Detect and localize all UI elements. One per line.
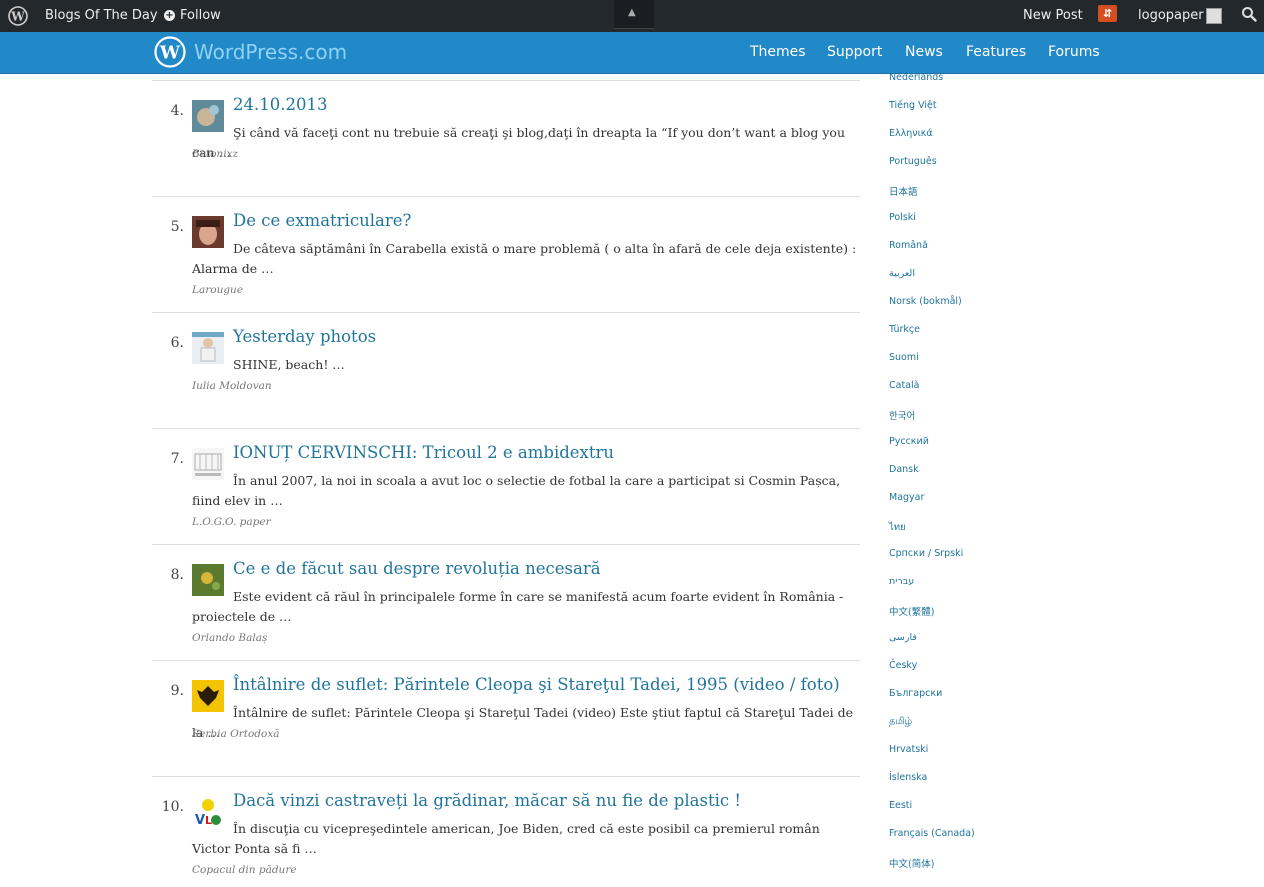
language-link[interactable]: Русский — [889, 436, 929, 447]
rank-number: 4. — [170, 103, 184, 119]
language-link[interactable]: Română — [889, 240, 928, 251]
post-title-link[interactable]: IONUȚ CERVINSCHI: Tricoul 2 e ambidextru — [233, 443, 614, 462]
post-title-link[interactable]: Ce e de făcut sau despre revoluția neces… — [233, 559, 601, 578]
rank-number: 6. — [170, 335, 184, 351]
search-icon[interactable] — [1241, 6, 1257, 22]
language-link[interactable]: ไทย — [889, 520, 906, 535]
rank-number: 8. — [170, 567, 184, 583]
follow-label: Follow — [180, 8, 221, 23]
post-author[interactable]: Iulia Moldovan — [192, 380, 272, 392]
list-item: 10. V L Dacă vinzi castraveți la grădina… — [152, 776, 860, 887]
post-excerpt: În discuţia cu vicepreşedintele american… — [192, 821, 820, 856]
language-link[interactable]: 日本語 — [889, 184, 918, 198]
language-link[interactable]: 中文(简体) — [889, 856, 934, 870]
list-item: 8. Ce e de făcut sau despre revoluția ne… — [152, 544, 860, 661]
language-link[interactable]: Dansk — [889, 464, 919, 475]
post-title-link[interactable]: 24.10.2013 — [233, 95, 327, 114]
language-link[interactable]: Српски / Srpski — [889, 548, 963, 559]
post-title-link[interactable]: Întâlnire de suflet: Părintele Cleopa şi… — [233, 675, 840, 694]
language-link[interactable]: Polski — [889, 212, 916, 223]
svg-text:W: W — [10, 10, 25, 24]
language-link[interactable]: Hrvatski — [889, 744, 928, 755]
follow-button[interactable]: + Follow — [164, 8, 221, 23]
user-avatar[interactable] — [1206, 8, 1222, 24]
nav-news[interactable]: News — [905, 44, 943, 60]
nav-support[interactable]: Support — [827, 44, 882, 60]
post-excerpt: Şi când vă faceţi cont nu trebuie să cre… — [192, 125, 846, 160]
rank-number: 9. — [170, 683, 184, 699]
language-link[interactable]: 한국어 — [889, 408, 915, 422]
chevron-up-icon: ▲ — [628, 7, 636, 18]
user-menu[interactable]: logopaper — [1138, 8, 1204, 23]
post-author[interactable]: Copacul din pădure — [192, 864, 297, 876]
new-post-button[interactable]: New Post — [1023, 8, 1083, 23]
language-link[interactable]: Eesti — [889, 800, 912, 811]
plus-icon: + — [164, 10, 175, 21]
collapse-toggle[interactable]: ▲ — [614, 0, 654, 29]
language-link[interactable]: Français (Canada) — [889, 828, 975, 839]
list-item: 4. 24.10.2013 Şi când vă faceţi cont nu … — [152, 80, 860, 197]
masthead: W WordPress.com Themes Support News Feat… — [0, 32, 1264, 74]
svg-text:W: W — [159, 43, 181, 64]
rank-number: 7. — [170, 451, 184, 467]
language-link[interactable]: Català — [889, 380, 919, 391]
nav-features[interactable]: Features — [966, 44, 1026, 60]
wordpress-logo-icon[interactable]: W — [8, 6, 28, 26]
language-link[interactable]: Česky — [889, 660, 917, 671]
language-link[interactable]: Türkçe — [889, 324, 920, 335]
post-author[interactable]: Serbia Ortodoxă — [192, 728, 280, 740]
site-name-link[interactable]: Blogs Of The Day — [45, 8, 158, 23]
post-excerpt: Este evident că răul în principalele for… — [192, 589, 844, 624]
list-item: 6. Yesterday photos SHINE, beach! … Iuli… — [152, 312, 860, 429]
list-item: 7. IONUȚ CERVINSCHI: Tricoul 2 e ambidex… — [152, 428, 860, 545]
language-link[interactable]: Ελληνικά — [889, 128, 933, 139]
post-excerpt: De câteva săptămâni în Carabella există … — [192, 241, 857, 276]
list-item: 5. De ce exmatriculare? De câteva săptăm… — [152, 196, 860, 313]
language-link[interactable]: עברית — [889, 576, 914, 587]
language-link[interactable]: Íslenska — [889, 772, 927, 783]
nav-forums[interactable]: Forums — [1048, 44, 1100, 60]
post-title-link[interactable]: De ce exmatriculare? — [233, 211, 411, 230]
nav-themes[interactable]: Themes — [750, 44, 806, 60]
language-link[interactable]: Norsk (bokmål) — [889, 296, 962, 307]
language-link[interactable]: Tiếng Việt — [889, 100, 937, 111]
rank-number: 5. — [170, 219, 184, 235]
post-author[interactable]: Betonixz — [192, 148, 238, 160]
language-link[interactable]: Nederlands — [889, 72, 943, 83]
post-title-link[interactable]: Dacă vinzi castraveți la grădinar, măcar… — [233, 791, 741, 810]
brand-name[interactable]: WordPress.com — [194, 40, 347, 64]
language-link[interactable]: Suomi — [889, 352, 919, 363]
post-excerpt: Întâlnire de suflet: Părintele Cleopa şi… — [192, 705, 853, 740]
post-excerpt: SHINE, beach! … — [233, 357, 345, 372]
list-item: 9. Întâlnire de suflet: Părintele Cleopa… — [152, 660, 860, 777]
post-excerpt: În anul 2007, la noi in scoala a avut lo… — [192, 473, 841, 508]
post-author[interactable]: L.O.G.O. paper — [192, 516, 271, 528]
language-link[interactable]: فارسی — [889, 632, 917, 643]
post-author[interactable]: Orlando Balaș — [192, 632, 267, 644]
rank-number: 10. — [161, 799, 184, 815]
language-link[interactable]: 中文(繁體) — [889, 604, 934, 618]
language-link[interactable]: العربية — [889, 268, 915, 279]
wordpress-logo-icon[interactable]: W — [154, 36, 186, 68]
admin-bar: W Blogs Of The Day + Follow ▲ New Post ⇵ … — [0, 0, 1264, 32]
language-link[interactable]: Português — [889, 156, 937, 167]
notifications-icon[interactable]: ⇵ — [1098, 5, 1117, 22]
language-link[interactable]: Magyar — [889, 492, 924, 503]
language-link[interactable]: தமிழ் — [889, 716, 912, 728]
post-author[interactable]: Larougue — [192, 284, 243, 296]
post-title-link[interactable]: Yesterday photos — [233, 327, 376, 346]
language-link[interactable]: Български — [889, 688, 942, 699]
